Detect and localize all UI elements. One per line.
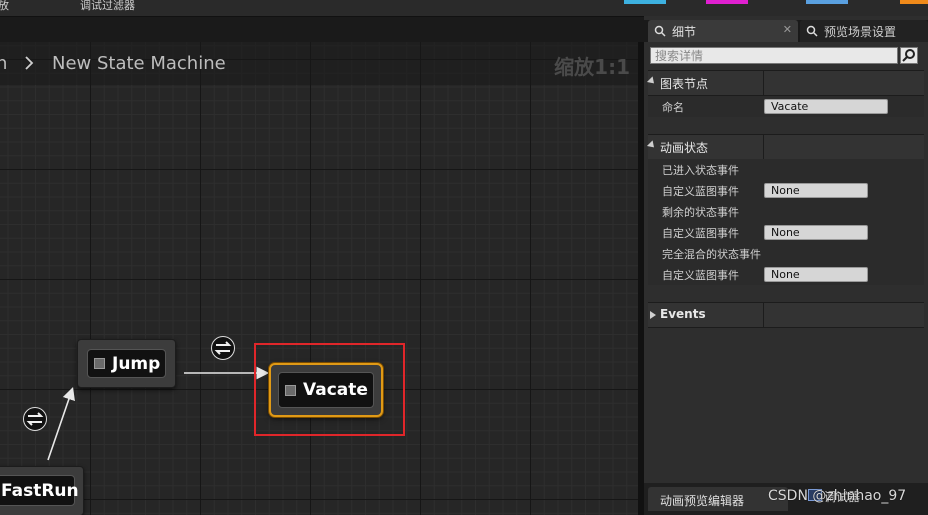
tab-label: 动画预览编辑器 <box>660 494 745 508</box>
annotation-highlight-box <box>254 343 405 436</box>
collapse-arrow-icon <box>650 311 656 319</box>
transition-rule-icon[interactable] <box>23 407 47 431</box>
custom-event-field[interactable] <box>764 225 868 240</box>
toolbar-swatch-4[interactable] <box>900 0 928 4</box>
search-details-input[interactable] <box>650 47 898 64</box>
transition-arrows <box>47 366 270 461</box>
toolbar-swatch-1[interactable] <box>624 0 666 4</box>
tab-anim-preview-editor[interactable]: 动画预览编辑器 <box>648 487 788 511</box>
section-events[interactable]: Events <box>648 302 924 328</box>
prop-row-entered: 已进入状态事件 <box>648 159 924 180</box>
section-title: 图表节点 <box>660 77 709 91</box>
details-tabbar: 细节 ✕ 预览场景设置 <box>644 20 928 42</box>
details-search-row <box>648 46 924 66</box>
toolbar-swatch-2[interactable] <box>706 0 748 4</box>
prop-label: 自定义蓝图事件 <box>662 185 739 198</box>
state-icon <box>94 358 105 369</box>
state-node-fastrun[interactable]: FastRun <box>0 466 84 515</box>
section-title: 动画状态 <box>660 141 709 155</box>
state-machine-graph[interactable]: n New State Machine 缩放1:1 Jump Vacate Fa… <box>0 42 638 515</box>
close-icon[interactable]: ✕ <box>783 23 792 36</box>
tab-details[interactable]: 细节 ✕ <box>648 20 798 42</box>
prop-label: 剩余的状态事件 <box>662 206 739 219</box>
prop-row-name: 命名 <box>648 96 924 117</box>
details-panel: 细节 ✕ 预览场景设置 图表节点 命名 动画状态 <box>644 16 928 515</box>
debug-filter-label[interactable]: 调试过滤器 <box>80 0 135 13</box>
tab-preview-label: 预览场景设置 <box>824 24 897 39</box>
prop-row-custom2: 自定义蓝图事件 <box>648 222 924 243</box>
custom-event-field[interactable] <box>764 267 868 282</box>
watermark: CSDN @zhinhao_97 <box>768 488 907 504</box>
prop-label: 已进入状态事件 <box>662 164 739 177</box>
prop-row-left: 剩余的状态事件 <box>648 201 924 222</box>
expand-arrow-icon <box>646 76 657 87</box>
state-node-label: Jump <box>112 353 161 374</box>
tab-preview-scene-settings[interactable]: 预览场景设置 <box>800 20 928 42</box>
transition-fastrun-to-jump[interactable] <box>47 386 75 461</box>
prop-row-custom3: 自定义蓝图事件 <box>648 264 924 285</box>
node-name-field[interactable] <box>764 99 888 114</box>
prop-row-fully: 完全混合的状态事件 <box>648 243 924 264</box>
magnifier-icon <box>806 25 818 37</box>
prop-row-custom1: 自定义蓝图事件 <box>648 180 924 201</box>
custom-event-field[interactable] <box>764 183 868 198</box>
search-button[interactable] <box>900 47 918 64</box>
magnifier-icon <box>654 25 666 37</box>
section-title: Events <box>660 307 706 321</box>
expand-arrow-icon <box>646 140 657 151</box>
top-toolbar: 放 调试过滤器 <box>0 0 928 17</box>
transition-rule-icon[interactable] <box>211 336 235 360</box>
prop-label: 自定义蓝图事件 <box>662 227 739 240</box>
section-graph-node[interactable]: 图表节点 <box>646 70 924 96</box>
state-node-jump[interactable]: Jump <box>77 339 176 388</box>
tab-details-label: 细节 <box>672 24 697 39</box>
toolbar-label: 放 <box>0 0 9 12</box>
prop-label: 自定义蓝图事件 <box>662 269 739 282</box>
prop-label: 完全混合的状态事件 <box>662 248 761 261</box>
prop-label: 命名 <box>662 101 684 114</box>
search-icon <box>902 49 915 62</box>
state-node-label: FastRun <box>1 480 79 501</box>
section-anim-state[interactable]: 动画状态 <box>646 134 924 160</box>
toolbar-swatch-3[interactable] <box>806 0 848 4</box>
